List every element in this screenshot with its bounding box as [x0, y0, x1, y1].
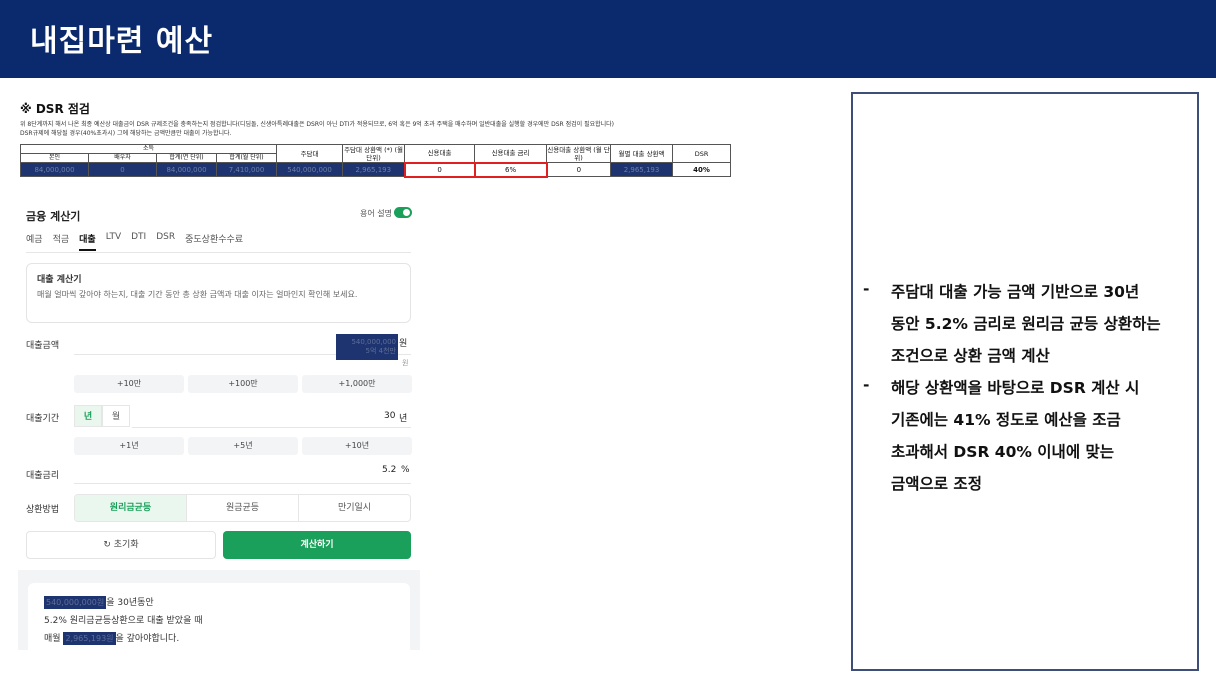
method-bullet[interactable]: 만기일시 [299, 495, 410, 521]
rate-value[interactable]: 5.2 [382, 465, 396, 475]
add-10-years-button[interactable]: +10년 [302, 437, 412, 455]
self-income-cell[interactable]: 84,000,000 [20, 162, 89, 177]
dsr-header: DSR [672, 144, 732, 163]
credit-repay-header: 신용대출 상환액 (월 단위) [546, 144, 612, 163]
rate-label: 대출금리 [26, 471, 60, 481]
monthly-repay-cell: 2,965,193 [610, 162, 674, 177]
total-year-cell: 84,000,000 [156, 162, 217, 177]
dsr-title: ※ DSR 점검 [20, 102, 90, 116]
reset-button[interactable]: ↻ 초기화 [26, 531, 216, 559]
total-month-header: 합계(월 단위) [215, 153, 278, 163]
method-equal-principal[interactable]: 원금균등 [187, 495, 299, 521]
panel-line-3: 조건으로 상환 금액 계산 [891, 347, 1050, 365]
amount-unit: 원 [399, 339, 408, 349]
explanation-panel: - 주담대 대출 가능 금액 기반으로 30년 동안 5.2% 금리로 원리금 … [851, 92, 1199, 671]
title-bar: 내집마련 예산 [0, 0, 1216, 78]
result-box: 540,000,000원 을 30년동안 5.2% 원리금균등상환으로 대출 받았… [28, 583, 410, 650]
spouse-income-header: 배우자 [88, 153, 157, 163]
result-line-1: 540,000,000원 을 30년동안 [44, 595, 154, 609]
mortgage-repay-header: 주담대 상환액 (*) (월 단위) [342, 144, 406, 163]
tabs-divider [26, 252, 411, 253]
period-underline [132, 427, 411, 428]
dsr-note-1: 위 8단계까지 해서 나온 최종 예산상 대출금이 DSR 규제조건을 충족하는… [20, 121, 615, 128]
calculator-tabs: 예금 적금 대출 LTV DTI DSR 중도상환수수료 [26, 232, 243, 251]
method-label: 상환방법 [26, 505, 60, 515]
calculate-button[interactable]: 계산하기 [223, 531, 411, 559]
loan-info-box: 대출 계산기 매월 얼마씩 갚아야 하는지, 대출 기간 동안 총 상환 금액과… [26, 263, 411, 323]
result-amount: 540,000,000원 [44, 596, 107, 609]
dsr-table: 소득 주담대 주담대 상환액 (*) (월 단위) 신용대출 신용대출 금리 신… [19, 144, 732, 178]
result-line-1-suffix: 을 30년동안 [106, 598, 154, 608]
bullet-2: - [863, 376, 870, 394]
panel-line-2: 동안 5.2% 금리로 원리금 균등 상환하는 [891, 315, 1161, 333]
credit-rate-cell[interactable]: 6% [473, 161, 548, 178]
dsr-value-cell: 40% [672, 162, 732, 177]
tab-ltv[interactable]: LTV [106, 232, 121, 251]
credit-repay-cell: 0 [546, 162, 612, 177]
add-1m-button[interactable]: +100만 [188, 375, 298, 393]
tab-deposit[interactable]: 예금 [26, 232, 43, 251]
tab-prepayment-fee[interactable]: 중도상환수수료 [185, 232, 243, 251]
monthly-repay-header: 월별 대출 상환액 [610, 144, 674, 163]
period-unit-year[interactable]: 년 [74, 405, 102, 427]
info-description: 매월 얼마씩 갚아야 하는지, 대출 기간 동안 총 상환 금액과 대출 이자는… [37, 290, 358, 299]
result-monthly-amount: 2,965,193원 [63, 632, 116, 645]
result-area: 540,000,000원 을 30년동안 5.2% 원리금균등상환으로 대출 받았… [18, 570, 420, 650]
tab-loan[interactable]: 대출 [79, 232, 96, 251]
panel-line-6: 초과해서 DSR 40% 이내에 맞는 [891, 443, 1114, 461]
period-unit-toggle: 년 월 [74, 405, 130, 427]
add-1-year-button[interactable]: +1년 [74, 437, 184, 455]
credit-rate-header: 신용대출 금리 [474, 144, 548, 163]
amount-input[interactable]: 540,000,000 5억 4천만 [336, 334, 398, 360]
credit-loan-header: 신용대출 [404, 144, 476, 163]
mortgage-repay-cell[interactable]: 2,965,193 [342, 162, 406, 177]
period-value[interactable]: 30 [384, 411, 395, 421]
info-title: 대출 계산기 [37, 275, 82, 285]
mortgage-header: 주담대 [276, 144, 344, 163]
self-income-header: 본인 [20, 153, 89, 163]
total-month-cell: 7,410,000 [215, 162, 278, 177]
period-unit: 년 [399, 414, 408, 424]
method-equal-payment[interactable]: 원리금균등 [75, 495, 187, 521]
dsr-note-2: DSR규제에 해당될 경우(40%초과시) 그에 해당하는 금액만큼만 대출이 … [20, 130, 232, 137]
spouse-income-cell[interactable]: 0 [88, 162, 157, 177]
bullet-1: - [863, 280, 870, 298]
calculator-title: 금융 계산기 [26, 210, 81, 223]
result-line-2: 5.2% 원리금균등상환으로 대출 받았을 때 [44, 616, 203, 626]
period-label: 대출기간 [26, 414, 60, 424]
tab-dti[interactable]: DTI [131, 232, 146, 251]
dsr-section: ※ DSR 점검 위 8단계까지 해서 나온 최종 예산상 대출금이 DSR 규… [19, 100, 820, 178]
result-line-3-prefix: 매월 [44, 634, 61, 644]
refresh-icon: ↻ [103, 540, 111, 550]
panel-line-4: 해당 상환액을 바탕으로 DSR 계산 시 [891, 379, 1140, 397]
reset-label: 초기화 [113, 540, 139, 550]
rate-underline [74, 483, 411, 484]
amount-value: 540,000,000 [351, 338, 396, 346]
panel-line-5: 기존에는 41% 정도로 예산을 조금 [891, 411, 1121, 429]
term-toggle-label: 용어 설명 [360, 209, 392, 218]
panel-line-7: 금액으로 조정 [891, 475, 982, 493]
add-10m-button[interactable]: +1,000만 [302, 375, 412, 393]
add-5-years-button[interactable]: +5년 [188, 437, 298, 455]
tab-dsr[interactable]: DSR [156, 232, 175, 251]
loan-calculator: 금융 계산기 용어 설명 예금 적금 대출 LTV DTI DSR 중도상환수수… [18, 200, 420, 670]
rate-unit: % [401, 465, 410, 475]
term-toggle-switch[interactable] [394, 207, 412, 218]
amount-unit-sub: 원 [402, 359, 409, 367]
amount-korean: 5억 4천만 [365, 347, 396, 355]
amount-label: 대출금액 [26, 341, 60, 351]
panel-line-1: 주담대 대출 가능 금액 기반으로 30년 [891, 283, 1140, 301]
add-100k-button[interactable]: +10만 [74, 375, 184, 393]
repayment-method-selector: 원리금균등 원금균등 만기일시 [74, 494, 411, 522]
period-unit-month[interactable]: 월 [102, 405, 130, 427]
mortgage-cell[interactable]: 540,000,000 [276, 162, 344, 177]
income-group-header: 소득 [19, 144, 278, 154]
tab-savings[interactable]: 적금 [53, 232, 70, 251]
total-year-header: 합계(연 단위) [156, 153, 217, 163]
page-title: 내집마련 예산 [30, 24, 214, 59]
credit-loan-cell[interactable]: 0 [403, 161, 476, 178]
result-line-3-suffix: 을 갚아야합니다. [115, 634, 180, 644]
result-line-3: 매월 2,965,193원 을 갚아야합니다. [44, 631, 179, 645]
